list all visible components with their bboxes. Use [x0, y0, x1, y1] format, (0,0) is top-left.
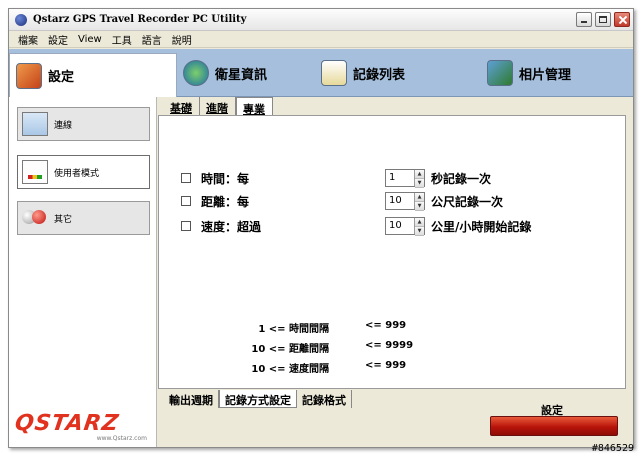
time-range-min: 1 <= 時間間隔: [258, 324, 329, 335]
sidebar: 連線 使用者模式 其它 QSTARZ www.Qstarz.com: [9, 97, 157, 447]
menu-settings[interactable]: 設定: [43, 32, 73, 47]
spin-arrows[interactable]: ▲ ▼: [414, 170, 424, 188]
log-by-distance-label: 距離：每: [201, 194, 250, 209]
toolbar-log-list-button[interactable]: 記錄列表: [315, 57, 405, 89]
tab-log-method[interactable]: 記錄方式設定: [219, 390, 297, 408]
time-range-max: <= 999: [365, 320, 407, 331]
log-by-time-row: 時間：每 1 ▲ ▼ 秒記錄一次: [181, 168, 621, 188]
log-by-speed-suffix: 公里/小時開始記錄: [431, 219, 532, 234]
menu-help[interactable]: 說明: [167, 32, 197, 47]
toolbar-settings-label: 設定: [48, 70, 75, 85]
app-icon: [15, 13, 27, 26]
log-by-distance-stepper[interactable]: 10 ▲ ▼: [385, 192, 425, 211]
close-button[interactable]: [614, 12, 630, 27]
mode-tabs: 基礎 進階 專業: [164, 97, 273, 116]
spin-up-icon[interactable]: ▲: [415, 170, 424, 179]
log-list-icon: [321, 60, 347, 86]
window-title: Qstarz GPS Travel Recorder PC Utility: [33, 14, 247, 25]
distance-range-note: 10 <= 距離間隔 <= 9999: [159, 340, 619, 355]
settings-icon: [16, 62, 42, 89]
log-by-speed-row: 速度：超過 10 ▲ ▼ 公里/小時開始記錄: [181, 216, 621, 236]
tab-advanced[interactable]: 進階: [200, 97, 236, 115]
log-by-speed-label: 速度：超過: [201, 219, 262, 234]
spin-down-icon[interactable]: ▼: [415, 202, 424, 211]
sidebar-item-connection[interactable]: 連線: [17, 107, 150, 141]
log-by-time-stepper[interactable]: 1 ▲ ▼: [385, 169, 425, 188]
log-by-speed-stepper[interactable]: 10 ▲ ▼: [385, 217, 425, 236]
sidebar-item-other[interactable]: 其它: [17, 201, 150, 235]
spin-up-icon[interactable]: ▲: [415, 218, 424, 227]
log-by-time-suffix: 秒記錄一次: [431, 171, 492, 186]
apply-button[interactable]: [490, 416, 618, 436]
title-bar: Qstarz GPS Travel Recorder PC Utility: [9, 9, 633, 31]
toolbar-settings-button[interactable]: 設定: [9, 53, 177, 97]
sidebar-item-label: 其它: [54, 214, 73, 225]
log-by-speed-checkbox[interactable]: [181, 221, 191, 231]
spin-arrows[interactable]: ▲ ▼: [414, 193, 424, 211]
speed-range-note: 10 <= 速度間隔 <= 999: [159, 360, 619, 375]
spin-up-icon[interactable]: ▲: [415, 193, 424, 202]
maximize-button[interactable]: [595, 12, 611, 27]
speed-range-min: 10 <= 速度間隔: [251, 364, 329, 375]
main-toolbar: 設定 衛星資訊 記錄列表 相片管理: [9, 49, 633, 97]
toolbar-satellite-button[interactable]: 衛星資訊: [177, 57, 267, 89]
photo-icon: [487, 60, 513, 86]
menu-file[interactable]: 檔案: [13, 32, 43, 47]
toolbar-satellite-label: 衛星資訊: [215, 67, 268, 83]
menu-bar: 檔案 設定 View 工具 語言 說明: [9, 31, 633, 48]
time-range-note: 1 <= 時間間隔 <= 999: [159, 320, 619, 335]
menu-tools[interactable]: 工具: [107, 32, 137, 47]
logo-subtitle: www.Qstarz.com: [96, 435, 147, 442]
log-by-distance-checkbox[interactable]: [181, 196, 191, 206]
app-window: Qstarz GPS Travel Recorder PC Utility 檔案…: [8, 8, 634, 448]
sidebar-item-label: 使用者模式: [54, 168, 100, 179]
log-by-time-value[interactable]: 1: [386, 170, 414, 186]
minimize-button[interactable]: [576, 12, 592, 27]
menu-view[interactable]: View: [73, 34, 107, 45]
log-by-time-label: 時間：每: [201, 171, 250, 186]
spin-down-icon[interactable]: ▼: [415, 227, 424, 236]
tab-professional[interactable]: 專業: [236, 97, 273, 116]
settings-panel: 時間：每 1 ▲ ▼ 秒記錄一次 距離：每 10 ▲ ▼ 公尺記錄一次 速度：超過 …: [158, 115, 626, 389]
satellite-icon: [183, 60, 209, 86]
qstarz-logo: QSTARZ www.Qstarz.com: [13, 411, 153, 443]
image-watermark: #846529: [591, 443, 634, 454]
log-by-distance-value[interactable]: 10: [386, 193, 414, 209]
tab-basic[interactable]: 基礎: [164, 97, 200, 115]
sidebar-item-user-mode[interactable]: 使用者模式: [17, 155, 150, 189]
section-tabs: 輸出週期 記錄方式設定 記錄格式: [164, 390, 352, 408]
log-by-speed-value[interactable]: 10: [386, 218, 414, 234]
user-mode-icon: [22, 160, 48, 184]
toolbar-log-list-label: 記錄列表: [353, 67, 406, 83]
toolbar-photo-label: 相片管理: [519, 67, 572, 83]
distance-range-min: 10 <= 距離間隔: [251, 344, 329, 355]
tab-output-period[interactable]: 輸出週期: [164, 390, 219, 408]
connection-icon: [22, 112, 48, 136]
distance-range-max: <= 9999: [365, 340, 414, 351]
spin-down-icon[interactable]: ▼: [415, 179, 424, 188]
toolbar-photo-button[interactable]: 相片管理: [481, 57, 571, 89]
other-icon: [22, 206, 48, 230]
log-by-time-checkbox[interactable]: [181, 173, 191, 183]
speed-range-max: <= 999: [365, 360, 407, 371]
log-by-distance-row: 距離：每 10 ▲ ▼ 公尺記錄一次: [181, 191, 621, 211]
log-by-distance-suffix: 公尺記錄一次: [431, 194, 504, 209]
tab-log-format[interactable]: 記錄格式: [297, 390, 352, 408]
spin-arrows[interactable]: ▲ ▼: [414, 218, 424, 236]
sidebar-item-label: 連線: [54, 120, 73, 131]
logo-text: QSTARZ: [13, 411, 121, 436]
menu-language[interactable]: 語言: [137, 32, 167, 47]
